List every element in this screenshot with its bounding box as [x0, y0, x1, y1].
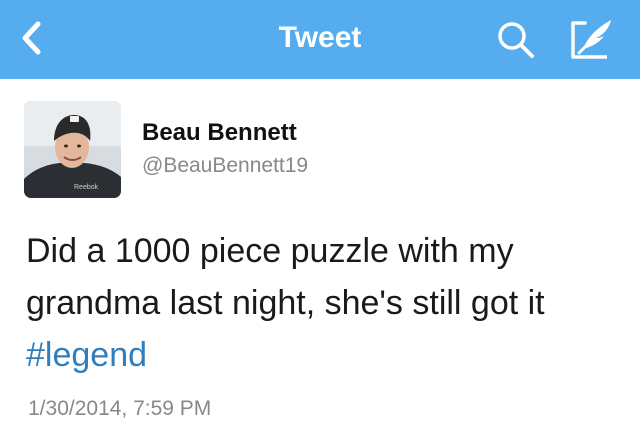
tweet-text: Did a 1000 piece puzzle with my grandma … — [26, 225, 616, 381]
svg-text:Reebok: Reebok — [74, 184, 99, 191]
author-screen-name[interactable]: @BeauBennett19 — [142, 154, 308, 178]
page-title: Tweet — [278, 21, 362, 54]
avatar[interactable]: Reebok — [24, 101, 121, 198]
tweet-text-body: Did a 1000 piece puzzle with my grandma … — [26, 232, 545, 322]
navigation-bar: Tweet — [0, 0, 640, 79]
search-button[interactable] — [492, 16, 540, 64]
tweet-timestamp: 1/30/2014, 7:59 PM — [28, 397, 212, 420]
back-button[interactable] — [10, 14, 54, 62]
chevron-left-icon — [22, 21, 41, 55]
tweet-detail: Reebok Beau Bennett @BeauBennett19 Did a… — [0, 79, 640, 431]
compose-button[interactable] — [566, 14, 618, 64]
compose-tweet-icon — [571, 20, 611, 59]
search-icon — [498, 22, 534, 58]
profile-photo: Reebok — [24, 101, 121, 198]
hashtag-link[interactable]: #legend — [26, 336, 147, 374]
author-display-name[interactable]: Beau Bennett — [142, 119, 297, 147]
